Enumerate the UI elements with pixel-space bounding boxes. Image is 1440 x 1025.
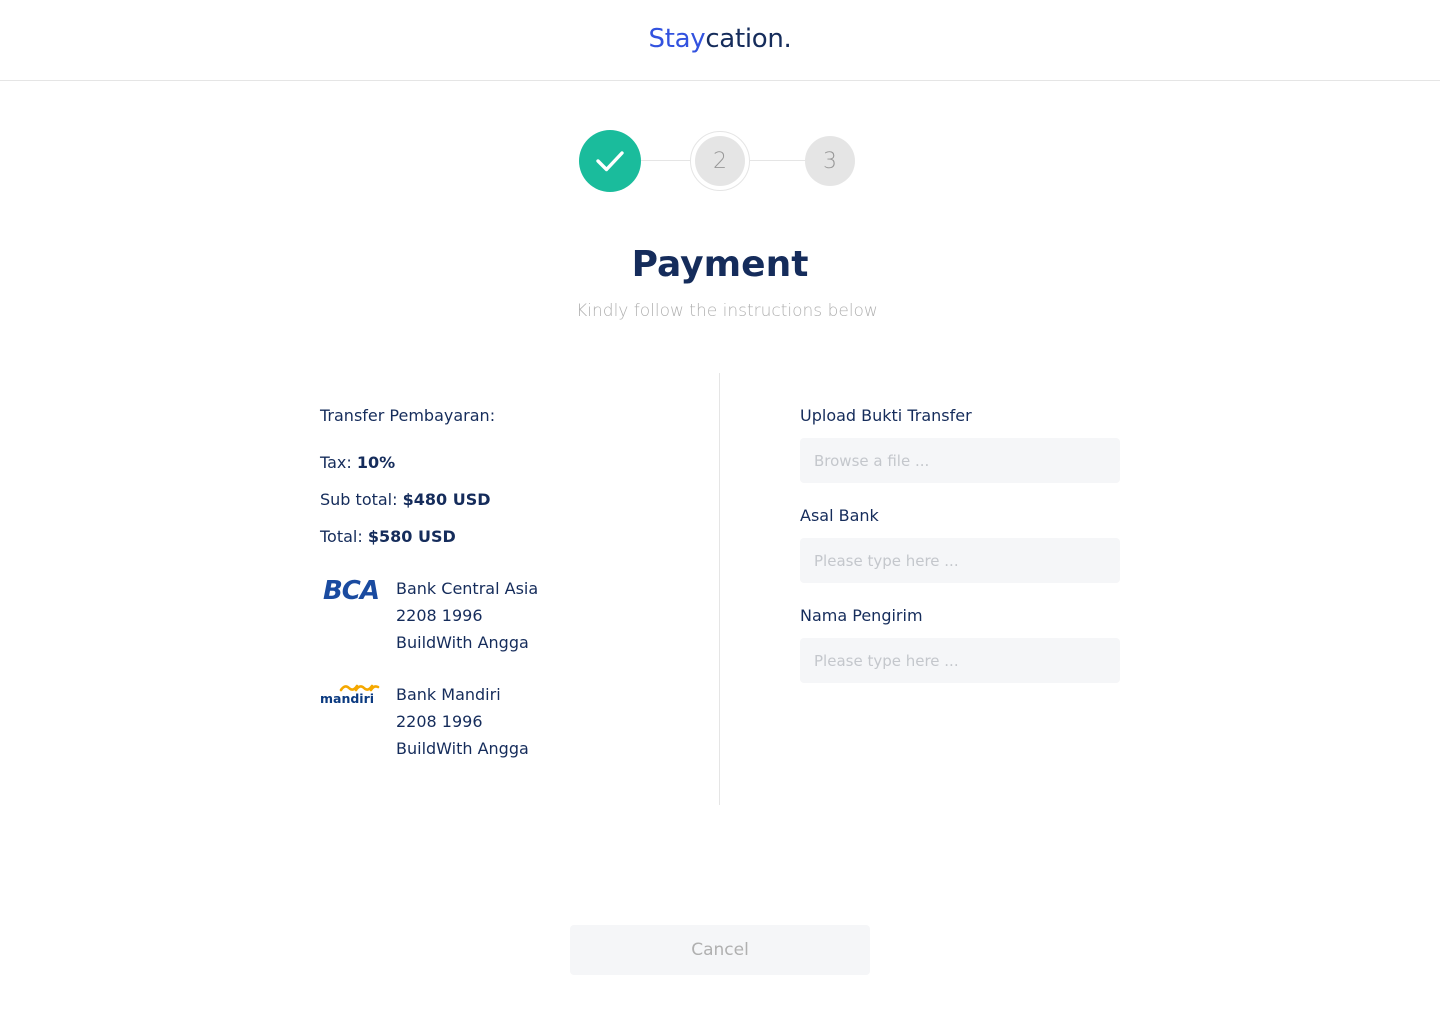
check-icon <box>596 151 624 172</box>
mandiri-logo-text: mandiri <box>320 691 374 706</box>
bank-account-number: 2208 1996 <box>396 606 483 625</box>
mandiri-logo: mandiri <box>320 684 380 706</box>
sender-name-input[interactable] <box>800 638 1120 683</box>
cancel-button[interactable]: Cancel <box>570 925 870 975</box>
upload-label: Upload Bukti Transfer <box>800 406 972 425</box>
step-3-upcoming: 3 <box>805 136 855 186</box>
file-upload-placeholder: Browse a file ... <box>814 451 930 470</box>
subtotal-value: $480 USD <box>402 490 491 509</box>
step-3-number: 3 <box>823 148 837 174</box>
bank-mandiri-details: Bank Mandiri 2208 1996 BuildWith Angga <box>396 681 529 762</box>
step-connector <box>641 160 690 161</box>
page-subtitle: Kindly follow the instructions below <box>576 301 878 321</box>
bank-origin-input[interactable] <box>800 538 1120 583</box>
transfer-heading: Transfer Pembayaran: <box>320 406 496 425</box>
tax-value: 10% <box>356 453 396 472</box>
bank-bca-details: Bank Central Asia 2208 1996 BuildWith An… <box>396 575 538 656</box>
file-upload-input[interactable]: Browse a file ... <box>800 438 1120 483</box>
total-label: Total: <box>320 527 363 546</box>
subtotal-label: Sub total: <box>320 490 398 509</box>
top-header: Staycation. <box>0 0 1440 81</box>
bank-name: Bank Mandiri <box>396 685 501 704</box>
bca-logo: BCA <box>323 576 380 603</box>
logo-part-stay: Stay <box>648 24 706 54</box>
total-value: $580 USD <box>367 527 456 546</box>
bank-name: Bank Central Asia <box>396 579 539 598</box>
step-2-current: 2 <box>690 131 750 191</box>
step-1-completed <box>579 130 641 192</box>
total-row: Total: $580 USD <box>320 526 456 548</box>
subtotal-row: Sub total: $480 USD <box>320 489 491 511</box>
staycation-logo[interactable]: Staycation. <box>0 24 1440 54</box>
sender-name-label: Nama Pengirim <box>800 606 923 625</box>
step-2-number: 2 <box>713 148 727 174</box>
tax-row: Tax: 10% <box>320 452 395 474</box>
step-connector <box>750 160 805 161</box>
tax-label: Tax: <box>320 453 352 472</box>
bca-logo-text: BCA <box>323 576 379 603</box>
bank-account-number: 2208 1996 <box>396 712 483 731</box>
progress-stepper: 2 3 <box>579 130 857 192</box>
page-title: Payment <box>631 244 809 285</box>
logo-part-cation: cation. <box>705 24 792 54</box>
transfer-info: Transfer Pembayaran: Tax: 10% Sub total:… <box>320 405 680 758</box>
bank-account-holder: BuildWith Angga <box>396 739 529 758</box>
bank-origin-label: Asal Bank <box>800 506 879 525</box>
column-divider <box>719 373 720 805</box>
bank-account-holder: BuildWith Angga <box>396 633 529 652</box>
